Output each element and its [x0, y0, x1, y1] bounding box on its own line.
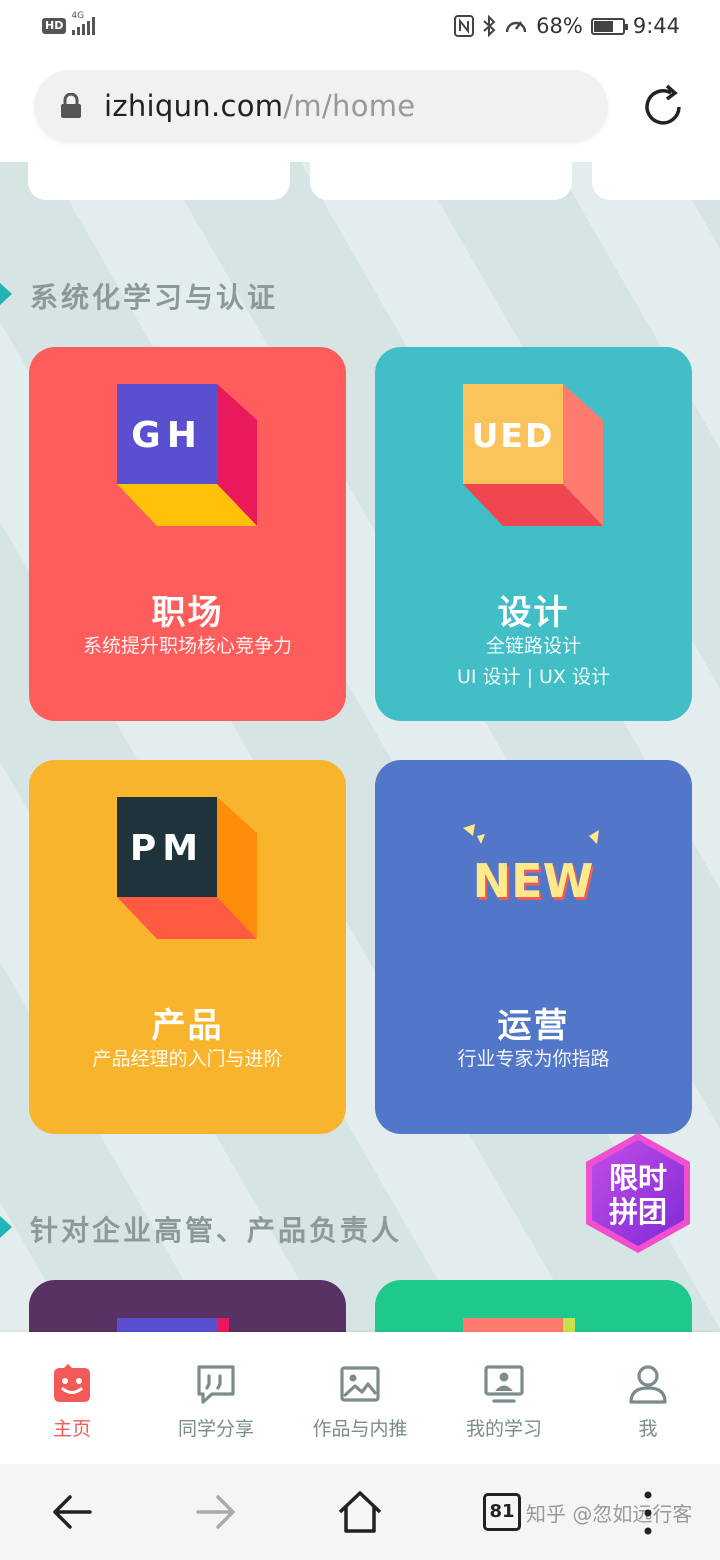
card-title: 职场	[151, 593, 224, 633]
section-title: 系统化学习与认证	[30, 281, 279, 314]
network-type: 4G	[71, 11, 85, 21]
url-path: /m/home	[283, 89, 416, 123]
card-subtitle: 全链路设计	[485, 635, 581, 657]
forward-arrow-icon[interactable]	[192, 1488, 240, 1536]
card-subtitle: 产品经理的入门与进阶	[92, 1048, 283, 1070]
nav-label: 作品与内推	[312, 1418, 408, 1440]
nav-label: 我的学习	[465, 1418, 542, 1440]
card-operations[interactable]: NEW NEW 运营 行业专家为你指路	[375, 760, 692, 1134]
card-subtitle-2: UI 设计 | UX 设计	[457, 666, 610, 688]
signal-icon: 4G	[71, 11, 96, 35]
page-content[interactable]: 系统化学习与认证 GH 职场 系统提升职场核心竞争力 UED 设计 全链路设计 …	[0, 162, 720, 1332]
group-buy-promo-badge[interactable]: 限时 拼团	[580, 1130, 696, 1256]
card-title: 运营	[497, 1006, 570, 1046]
card-workplace[interactable]: GH 职场 系统提升职场核心竞争力	[29, 347, 346, 721]
hd-badge: HD	[42, 18, 67, 34]
bluetooth-icon	[483, 15, 496, 37]
top-card[interactable]	[310, 162, 572, 200]
card-executive[interactable]	[29, 1280, 346, 1332]
card-product-lead[interactable]	[375, 1280, 692, 1332]
tabs-button[interactable]: 81	[483, 1493, 521, 1531]
card-product[interactable]: PM 产品 产品经理的入门与进阶	[29, 760, 346, 1134]
lock-icon	[61, 93, 81, 118]
top-card[interactable]	[28, 162, 290, 200]
ued-cube-icon: UED	[463, 384, 603, 526]
back-arrow-icon[interactable]	[48, 1488, 96, 1536]
new-badge-icon: NEW NEW	[463, 824, 599, 911]
data-saver-icon	[505, 21, 527, 33]
card-title: 设计	[497, 593, 570, 633]
url-domain: izhiqun.com	[104, 89, 284, 123]
bottom-nav: 主页 同学分享 作品与内推 我的学习 我	[0, 1332, 720, 1464]
home-icon[interactable]	[336, 1488, 384, 1536]
nav-label: 我	[638, 1418, 658, 1440]
promo-text: 限时	[609, 1161, 667, 1195]
user-icon	[629, 1365, 667, 1404]
card-title: 产品	[151, 1006, 224, 1046]
nav-me[interactable]: 我	[576, 1332, 720, 1464]
gh-cube-icon: GH	[117, 384, 257, 526]
status-right: 68% 9:44	[454, 14, 680, 38]
card-subtitle: 行业专家为你指路	[457, 1048, 610, 1070]
image-icon	[340, 1366, 380, 1402]
pm-cube-icon: PM	[117, 797, 257, 939]
home-face-icon	[54, 1364, 90, 1402]
pm-text: PM	[130, 828, 204, 869]
nfc-icon	[454, 15, 475, 37]
nav-works[interactable]: 作品与内推	[288, 1332, 432, 1464]
browser-nav-bar: 81 知乎 @忽如远行客	[0, 1464, 720, 1560]
status-bar: HD 4G 68% 9:44	[0, 0, 720, 52]
more-menu-icon[interactable]	[644, 1490, 652, 1536]
card-design[interactable]: UED 设计 全链路设计 UI 设计 | UX 设计	[375, 347, 692, 721]
url-text: izhiqun.com/m/home	[104, 89, 415, 123]
section-marker	[0, 283, 12, 305]
nav-my-learning[interactable]: 我的学习	[432, 1332, 576, 1464]
browser-toolbar: izhiqun.com/m/home	[0, 52, 720, 162]
battery-percent: 68%	[536, 14, 583, 38]
top-card[interactable]	[592, 162, 720, 200]
nav-home[interactable]: 主页	[0, 1332, 144, 1464]
chat-quote-icon	[197, 1365, 235, 1404]
section-marker	[0, 1216, 12, 1238]
reload-icon[interactable]	[638, 82, 688, 132]
status-left: HD 4G	[42, 11, 96, 35]
ued-text: UED	[472, 416, 555, 455]
nav-label: 主页	[52, 1418, 91, 1440]
nav-classmates[interactable]: 同学分享	[144, 1332, 288, 1464]
section-title: 针对企业高管、产品负责人	[30, 1214, 403, 1247]
nav-label: 同学分享	[177, 1418, 254, 1440]
new-text: NEW	[473, 854, 594, 908]
promo-text-2: 拼团	[609, 1195, 667, 1229]
watermark: 知乎 @忽如远行客	[526, 1502, 693, 1526]
gh-text: GH	[131, 415, 203, 456]
address-bar[interactable]: izhiqun.com/m/home	[34, 70, 608, 142]
monitor-user-icon	[484, 1365, 524, 1403]
card-subtitle: 系统提升职场核心竞争力	[82, 635, 292, 657]
clock: 9:44	[632, 14, 680, 38]
battery-icon	[590, 17, 628, 35]
